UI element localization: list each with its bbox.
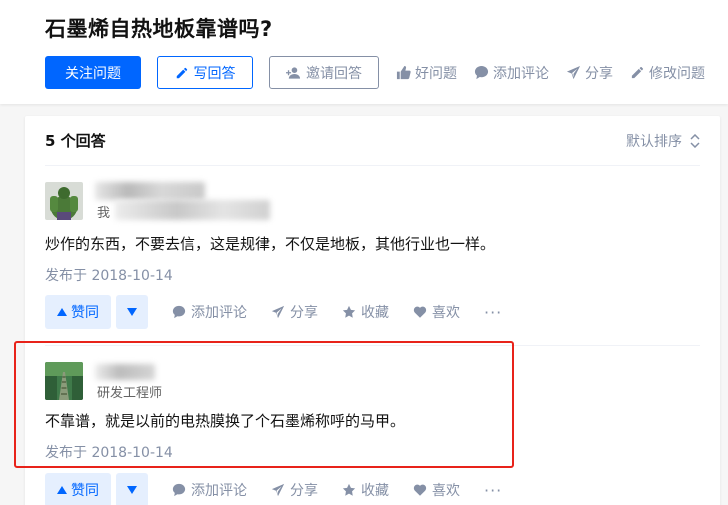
- triangle-down-icon: [127, 308, 137, 316]
- comment-icon: [474, 65, 489, 80]
- star-icon: [342, 483, 356, 496]
- answer-like-label: 喜欢: [432, 483, 460, 499]
- share-label: 分享: [585, 65, 613, 82]
- question-header: 石墨烯自热地板靠谱吗? 关注问题 写回答 邀请回答 好问题 添加评论 分享 修改…: [0, 0, 728, 104]
- answer-comment-label: 添加评论: [191, 305, 247, 321]
- more-options-icon[interactable]: ···: [484, 481, 502, 500]
- answers-header: 5 个回答 默认排序: [45, 116, 700, 166]
- good-question-button[interactable]: 好问题: [396, 63, 457, 83]
- write-answer-label: 写回答: [193, 65, 236, 82]
- triangle-down-icon: [127, 486, 137, 494]
- answer-actions: 赞同 添加评论 分享 收藏 喜欢 ···: [45, 295, 502, 329]
- invite-answer-button[interactable]: 邀请回答: [269, 56, 379, 89]
- author-headline: 我: [97, 206, 111, 221]
- answer-collect-label: 收藏: [361, 305, 389, 321]
- add-user-icon: [286, 66, 301, 79]
- comment-icon: [172, 483, 186, 497]
- share-icon: [566, 65, 581, 80]
- answer-comment-button[interactable]: 添加评论: [172, 302, 247, 322]
- answer-share-button[interactable]: 分享: [271, 302, 318, 322]
- answer-date[interactable]: 发布于 2018-10-14: [45, 442, 173, 462]
- downvote-button[interactable]: [116, 473, 148, 505]
- heart-icon: [413, 306, 427, 318]
- answer-comment-button[interactable]: 添加评论: [172, 480, 247, 500]
- invite-answer-label: 邀请回答: [306, 65, 362, 82]
- add-comment-label: 添加评论: [493, 65, 549, 82]
- answer-comment-label: 添加评论: [191, 483, 247, 499]
- answer-share-button[interactable]: 分享: [271, 480, 318, 500]
- write-answer-button[interactable]: 写回答: [157, 56, 253, 89]
- pencil-icon: [631, 66, 644, 79]
- downvote-button[interactable]: [116, 295, 148, 329]
- follow-question-button[interactable]: 关注问题: [45, 56, 141, 89]
- good-question-label: 好问题: [415, 65, 457, 82]
- star-icon: [342, 305, 356, 318]
- answer-share-label: 分享: [290, 483, 318, 499]
- sort-dropdown[interactable]: 默认排序: [626, 131, 700, 151]
- upvote-button[interactable]: 赞同: [45, 473, 111, 505]
- answer-like-label: 喜欢: [432, 305, 460, 321]
- avatar[interactable]: [45, 362, 83, 400]
- edit-question-button[interactable]: 修改问题: [630, 63, 705, 83]
- answer-like-button[interactable]: 喜欢: [413, 480, 460, 500]
- share-button[interactable]: 分享: [566, 63, 613, 83]
- avatar[interactable]: [45, 182, 83, 220]
- triangle-up-icon: [57, 308, 67, 316]
- answer-collect-label: 收藏: [361, 483, 389, 499]
- follow-question-label: 关注问题: [65, 65, 121, 82]
- upvote-label: 赞同: [71, 305, 99, 321]
- upvote-label: 赞同: [71, 483, 99, 499]
- heart-icon: [413, 484, 427, 496]
- more-options-icon[interactable]: ···: [484, 303, 502, 322]
- question-title: 石墨烯自热地板靠谱吗?: [45, 17, 273, 41]
- answer-divider: [45, 345, 700, 346]
- comment-icon: [172, 305, 186, 319]
- answer-content: 不靠谱，就是以前的电热膜换了个石墨烯称呼的马甲。: [45, 412, 406, 430]
- author-headline: 研发工程师: [97, 386, 163, 401]
- author-name[interactable]: [95, 364, 155, 380]
- sort-label: 默认排序: [626, 133, 682, 150]
- question-meta-actions: 好问题 添加评论 分享 修改问题: [396, 56, 722, 89]
- thumb-up-icon: [396, 65, 411, 80]
- pencil-icon: [176, 67, 187, 78]
- edit-question-label: 修改问题: [649, 65, 705, 82]
- answer-share-label: 分享: [290, 305, 318, 321]
- answer-content: 炒作的东西，不要去信，这是规律，不仅是地板，其他行业也一样。: [45, 235, 496, 253]
- answer-count: 5 个回答: [45, 132, 106, 150]
- share-icon: [271, 483, 285, 497]
- answer-collect-button[interactable]: 收藏: [342, 302, 389, 322]
- answer-actions: 赞同 添加评论 分享 收藏 喜欢 ···: [45, 473, 502, 505]
- answers-card: 5 个回答 默认排序 我 炒作的东西，不要去信，这是规律，不仅是地板，其他行业也…: [25, 116, 720, 505]
- answer-like-button[interactable]: 喜欢: [413, 302, 460, 322]
- sort-chevron-icon: [690, 133, 700, 148]
- triangle-up-icon: [57, 486, 67, 494]
- upvote-button[interactable]: 赞同: [45, 295, 111, 329]
- author-name[interactable]: [95, 182, 205, 200]
- author-headline-blur: [115, 200, 270, 220]
- answer-date[interactable]: 发布于 2018-10-14: [45, 265, 173, 285]
- add-comment-button[interactable]: 添加评论: [474, 63, 549, 83]
- answer-collect-button[interactable]: 收藏: [342, 480, 389, 500]
- share-icon: [271, 305, 285, 319]
